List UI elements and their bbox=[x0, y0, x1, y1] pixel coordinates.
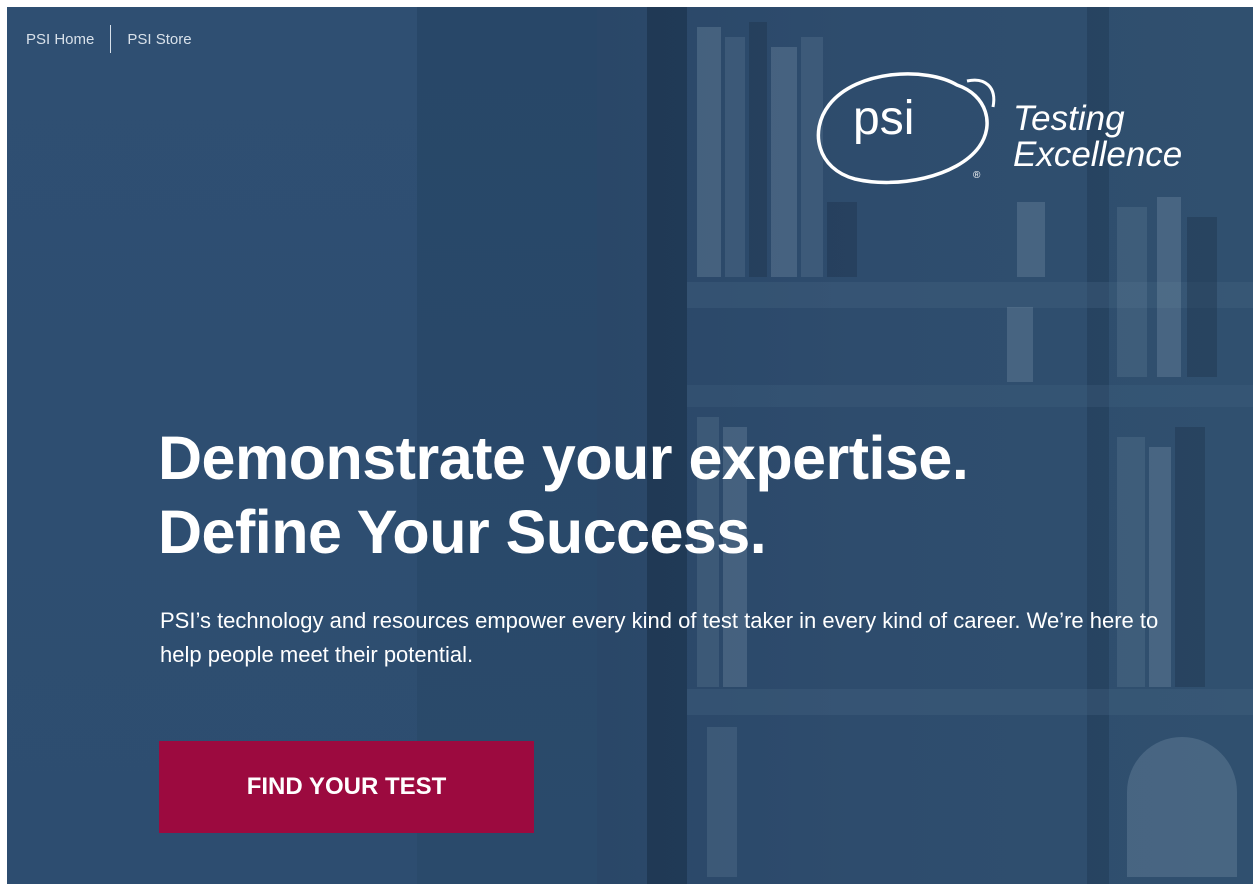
book bbox=[827, 202, 857, 277]
top-nav: PSI Home PSI Store bbox=[26, 25, 192, 53]
book bbox=[1127, 737, 1237, 877]
book bbox=[1175, 427, 1205, 687]
book bbox=[725, 37, 745, 277]
book bbox=[707, 727, 737, 877]
shelf-board bbox=[687, 689, 1253, 715]
book bbox=[1117, 207, 1147, 377]
nav-divider bbox=[110, 25, 112, 53]
hero-headline-line1: Demonstrate your expertise. bbox=[158, 424, 969, 492]
book bbox=[1017, 202, 1045, 277]
logo-tagline-line2: Excellence bbox=[1013, 135, 1183, 174]
nav-link-psi-home[interactable]: PSI Home bbox=[26, 31, 94, 48]
logo-tagline: Testing Excellence bbox=[1013, 101, 1182, 173]
book bbox=[771, 47, 797, 277]
book bbox=[749, 22, 767, 277]
book bbox=[697, 27, 721, 277]
psi-logo[interactable]: psi ® Testing Excellence bbox=[807, 67, 1217, 197]
book bbox=[1007, 307, 1033, 382]
logo-wordmark: psi bbox=[853, 92, 915, 145]
shelf-board bbox=[687, 385, 1253, 407]
logo-tagline-line1: Testing bbox=[1013, 99, 1125, 138]
nav-link-psi-store[interactable]: PSI Store bbox=[127, 31, 191, 48]
find-your-test-button[interactable]: FIND YOUR TEST bbox=[159, 741, 534, 833]
hero-section: PSI Home PSI Store psi ® Testing Excelle… bbox=[7, 7, 1253, 884]
hero-headline-line2: Define Your Success. bbox=[158, 498, 767, 566]
book bbox=[1157, 197, 1181, 377]
hero-headline: Demonstrate your expertise. Define Your … bbox=[158, 421, 969, 569]
registered-mark: ® bbox=[973, 170, 981, 181]
hero-subtext: PSI’s technology and resources empower e… bbox=[160, 608, 1159, 667]
book bbox=[1187, 217, 1217, 377]
